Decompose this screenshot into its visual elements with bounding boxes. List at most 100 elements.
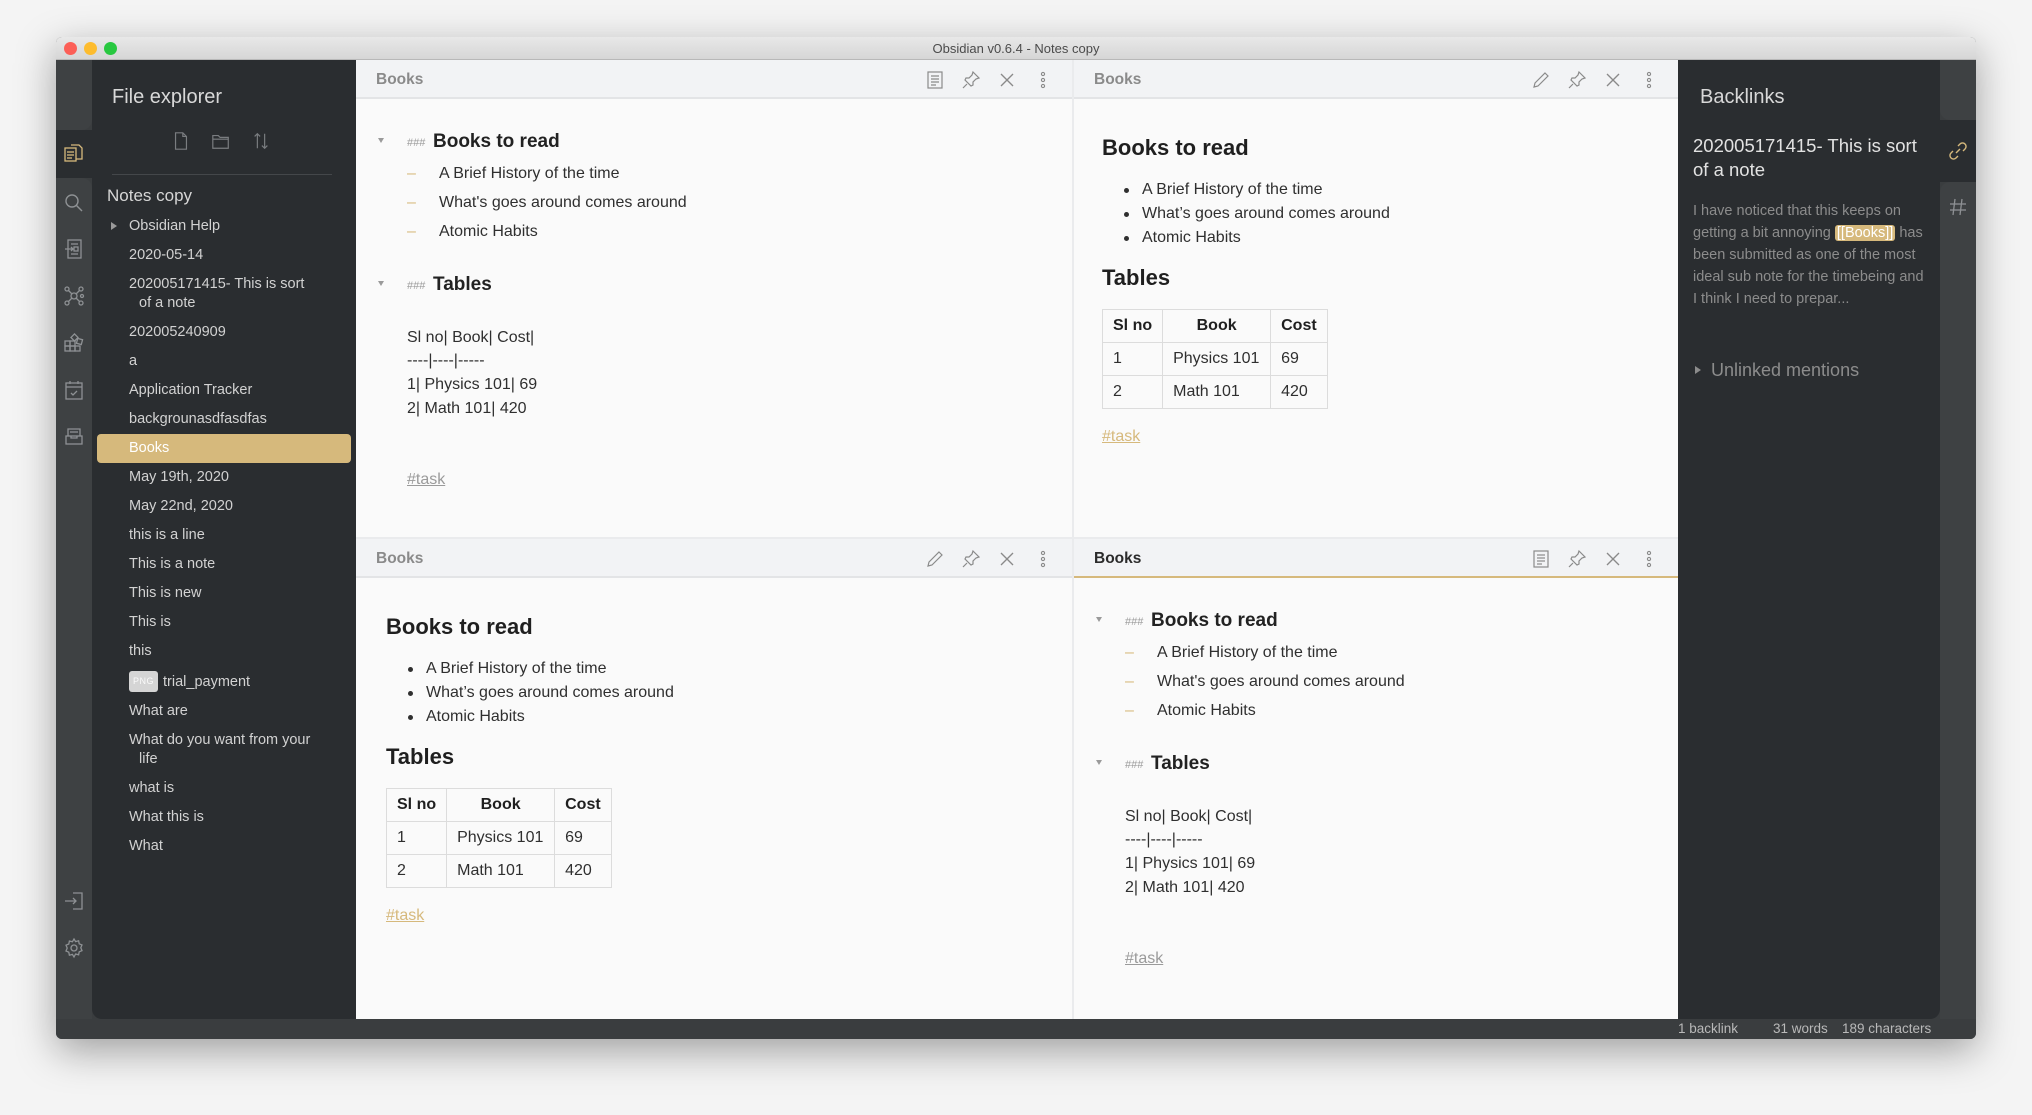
archive-icon[interactable] [63, 425, 85, 447]
tags-icon[interactable] [1947, 196, 1969, 218]
file-item[interactable]: What [97, 832, 351, 861]
file-item[interactable]: 2020-05-14 [97, 241, 351, 270]
open-vault-icon[interactable] [63, 890, 85, 912]
table-header-row: Sl no Book Cost [1101, 309, 1328, 343]
book-list: A Brief History of the time What’s goes … [1120, 178, 1390, 250]
new-folder-icon[interactable] [210, 130, 232, 152]
fold-caret-icon[interactable] [1096, 617, 1102, 622]
unlinked-mentions-toggle[interactable]: Unlinked mentions [1693, 360, 1859, 381]
raw-table-line: ----|----|----- [407, 352, 485, 369]
sort-icon[interactable] [250, 130, 272, 152]
status-character-count: 189 characters [1842, 1021, 1932, 1036]
status-word-count: 31 words [1773, 1021, 1828, 1036]
more-options-icon[interactable] [1638, 69, 1660, 91]
import-icon[interactable] [63, 238, 85, 260]
more-options-icon[interactable] [1638, 548, 1660, 570]
backlinks-icon[interactable] [1947, 140, 1969, 162]
editor-source[interactable]: ### Books to read – A Brief History of th… [1094, 578, 1658, 1019]
file-item[interactable]: This is [97, 608, 351, 637]
close-icon[interactable] [996, 69, 1018, 91]
file-item[interactable]: this [97, 637, 351, 666]
editor-pane-top-right: Books Books to read A Brief History of t… [1074, 60, 1678, 537]
file-explorer-actions [170, 130, 272, 152]
file-item[interactable]: 202005240909 [97, 318, 351, 347]
fold-caret-icon[interactable] [378, 138, 384, 143]
file-item[interactable]: May 22nd, 2020 [97, 492, 351, 521]
file-explorer-icon[interactable] [63, 142, 85, 164]
pin-icon[interactable] [1566, 69, 1588, 91]
fold-caret-icon[interactable] [378, 281, 384, 286]
window-title: Obsidian v0.6.4 - Notes copy [932, 41, 1100, 56]
folder-item[interactable]: Obsidian Help [97, 212, 351, 241]
list-item: What’s goes around comes around [404, 681, 674, 705]
file-item[interactable]: backgrounasdfasdfas [97, 405, 351, 434]
status-backlinks[interactable]: 1 backlink [1678, 1021, 1738, 1036]
graph-view-icon[interactable] [63, 285, 85, 307]
preview-icon[interactable] [1530, 548, 1552, 570]
file-item[interactable]: Application Tracker [97, 376, 351, 405]
new-note-icon[interactable] [170, 130, 192, 152]
edit-pencil-icon[interactable] [924, 548, 946, 570]
daily-note-icon[interactable] [63, 379, 85, 401]
expand-caret-icon[interactable] [111, 222, 117, 230]
preview-content: Books to read A Brief History of the tim… [385, 578, 1052, 1019]
left-ribbon [56, 60, 92, 1019]
edit-pencil-icon[interactable] [1530, 69, 1552, 91]
file-item[interactable]: What do you want from your life [97, 726, 351, 774]
tag-link[interactable]: #task [407, 471, 445, 489]
preview-icon[interactable] [924, 69, 946, 91]
pin-icon[interactable] [1566, 548, 1588, 570]
file-item[interactable]: a [97, 347, 351, 376]
table-row: 2 Math 101 420 [1101, 375, 1328, 409]
close-icon[interactable] [996, 548, 1018, 570]
more-options-icon[interactable] [1032, 69, 1054, 91]
editor-pane-top-left: Books ### Books to read – A Brief History… [356, 60, 1072, 537]
fold-caret-icon[interactable] [1096, 760, 1102, 765]
editor-source[interactable]: ### Books to read – A Brief History of th… [376, 99, 1052, 537]
pane-title: Books [1094, 550, 1142, 567]
pane-splitter-horizontal[interactable] [356, 537, 1678, 539]
plugins-icon[interactable] [63, 332, 85, 354]
list-item: A Brief History of the time [1120, 178, 1390, 202]
pane-header: Books [356, 60, 1072, 99]
app-window: Obsidian v0.6.4 - Notes copy File explor… [56, 37, 1976, 1039]
heading-books-to-read: Books to read [386, 614, 533, 639]
tag-link[interactable]: #task [1125, 950, 1163, 968]
pane-splitter-vertical[interactable] [1072, 60, 1074, 1019]
vault-name[interactable]: Notes copy [107, 186, 192, 206]
backlinks-panel: Backlinks 202005171415- This is sort of … [1678, 60, 1940, 1019]
tag-link[interactable]: #task [386, 907, 424, 925]
books-table: Sl no Book Cost 1 Physics 101 69 2 Math … [385, 788, 612, 888]
file-item[interactable]: what is [97, 774, 351, 803]
file-item[interactable]: This is new [97, 579, 351, 608]
file-item-active[interactable]: Books [97, 434, 351, 463]
heading-books-to-read: Books to read [1102, 135, 1249, 160]
file-item[interactable]: May 19th, 2020 [97, 463, 351, 492]
file-item[interactable]: What are [97, 697, 351, 726]
close-icon[interactable] [1602, 69, 1624, 91]
file-item[interactable]: this is a line [97, 521, 351, 550]
file-item[interactable]: PNG trial_payment [97, 666, 351, 697]
pin-icon[interactable] [960, 69, 982, 91]
close-icon[interactable] [1602, 548, 1624, 570]
raw-table-line: 1| Physics 101| 69 [1125, 855, 1256, 872]
tag-link[interactable]: #task [1102, 428, 1140, 446]
heading-tables: Tables [386, 744, 455, 769]
file-item[interactable]: 202005171415- This is sort of a note [97, 270, 351, 318]
backlink-snippet[interactable]: I have noticed that this keeps on gettin… [1693, 200, 1925, 310]
pane-header-active: Books [1074, 539, 1678, 578]
pin-icon[interactable] [960, 548, 982, 570]
file-item[interactable]: This is a note [97, 550, 351, 579]
more-options-icon[interactable] [1032, 548, 1054, 570]
pane-header: Books [356, 539, 1072, 578]
search-icon[interactable] [63, 192, 85, 214]
file-item[interactable]: What this is [97, 803, 351, 832]
editor-pane-bottom-left: Books Books to read A Brief History of t… [356, 539, 1072, 1019]
raw-table-line: Sl no| Book| Cost| [1125, 808, 1253, 825]
pane-title: Books [376, 550, 424, 567]
png-badge: PNG [129, 671, 159, 692]
raw-table-line: 1| Physics 101| 69 [407, 376, 538, 393]
file-explorer-panel: File explorer Notes copy Obsidian Help 2… [92, 60, 356, 1019]
settings-icon[interactable] [63, 937, 85, 959]
backlink-file-title[interactable]: 202005171415- This is sort of a note [1693, 134, 1923, 182]
